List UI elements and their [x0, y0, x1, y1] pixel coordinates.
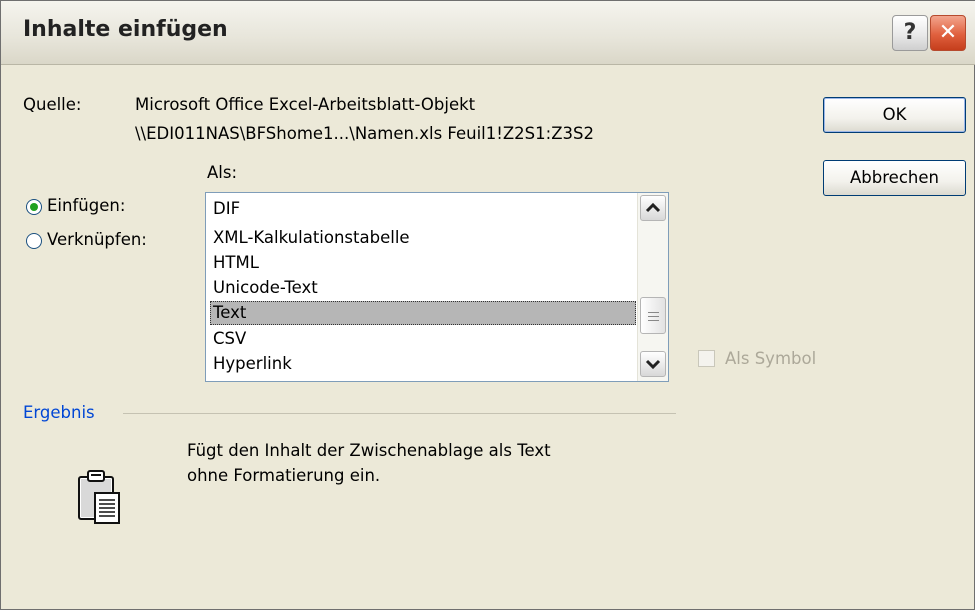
ok-button[interactable]: OK: [823, 97, 966, 133]
result-text-line2: ohne Formatierung ein.: [187, 466, 381, 485]
radio-link-label[interactable]: Verknüpfen:: [47, 230, 147, 249]
result-text-line1: Fügt den Inhalt der Zwischenablage als T…: [187, 441, 551, 460]
result-divider: [123, 413, 676, 414]
list-item[interactable]: XML-Kalkulationstabelle: [210, 226, 636, 250]
format-listbox[interactable]: DIF XML-Kalkulationstabelle HTML Unicode…: [205, 192, 669, 382]
vertical-scrollbar[interactable]: [637, 193, 668, 381]
list-item[interactable]: DIF: [210, 197, 636, 221]
paste-special-dialog: Inhalte einfügen ? ✕ Quelle: Microsoft O…: [0, 0, 975, 610]
list-item[interactable]: Unicode-Text: [210, 276, 636, 300]
source-label: Quelle:: [23, 95, 82, 114]
list-item[interactable]: CSV: [210, 327, 636, 351]
list-item[interactable]: HTML: [210, 251, 636, 275]
as-icon-label: Als Symbol: [725, 349, 817, 368]
chevron-up-icon: [645, 202, 661, 213]
list-item[interactable]: Hyperlink: [210, 352, 636, 376]
cancel-button[interactable]: Abbrechen: [823, 160, 966, 196]
help-icon: ?: [903, 20, 917, 45]
close-button[interactable]: ✕: [930, 15, 966, 51]
grip-line: [648, 312, 659, 313]
radio-selected-dot: [30, 203, 38, 211]
radio-link-circle[interactable]: [26, 233, 42, 249]
grip-line: [648, 320, 659, 321]
source-type: Microsoft Office Excel-Arbeitsblatt-Obje…: [135, 95, 476, 114]
radio-paste-circle[interactable]: [26, 199, 42, 215]
scroll-down-button[interactable]: [640, 351, 666, 377]
grip-line: [648, 316, 659, 317]
close-icon: ✕: [938, 20, 958, 45]
dialog-title: Inhalte einfügen: [23, 17, 228, 42]
result-heading: Ergebnis: [23, 403, 95, 422]
help-button[interactable]: ?: [892, 15, 928, 51]
chevron-down-icon: [645, 359, 661, 370]
source-path: \\EDI011NAS\BFShome1...\Namen.xls Feuil1…: [135, 124, 594, 143]
scroll-thumb[interactable]: [640, 297, 666, 334]
clipboard-icon: [77, 469, 137, 535]
as-label: Als:: [207, 163, 238, 182]
as-icon-checkbox[interactable]: [698, 350, 715, 367]
list-item-selected[interactable]: Text: [210, 301, 636, 325]
radio-paste-label[interactable]: Einfügen:: [47, 196, 125, 215]
scroll-up-button[interactable]: [640, 195, 666, 221]
title-bar[interactable]: Inhalte einfügen ? ✕: [1, 1, 975, 65]
